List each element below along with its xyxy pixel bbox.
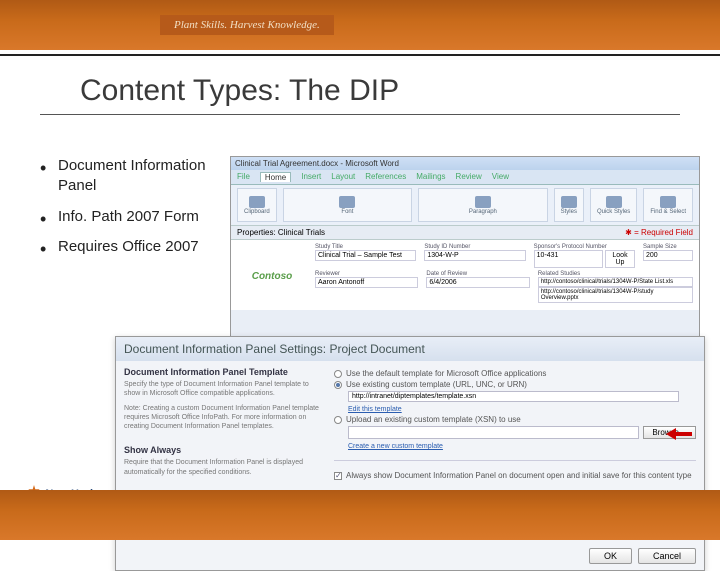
field-value[interactable]: 6/4/2006 bbox=[426, 277, 529, 288]
quick-styles-icon bbox=[606, 196, 622, 208]
word-screenshot: Clinical Trial Agreement.docx - Microsof… bbox=[230, 156, 700, 346]
field-value[interactable]: 200 bbox=[643, 250, 693, 261]
contoso-logo: Contoso bbox=[252, 271, 293, 282]
properties-bar: Properties: Clinical Trials ✱ = Required… bbox=[231, 225, 699, 240]
tab[interactable]: Insert bbox=[301, 172, 321, 182]
paragraph-icon bbox=[475, 196, 491, 208]
field-value[interactable]: Aaron Antonoff bbox=[315, 277, 418, 288]
tab[interactable]: Layout bbox=[331, 172, 355, 182]
tab[interactable]: Mailings bbox=[416, 172, 445, 182]
option-upload[interactable]: Upload an existing custom template (XSN)… bbox=[334, 415, 696, 424]
option-existing[interactable]: Use existing custom template (URL, UNC, … bbox=[334, 380, 696, 389]
ribbon-tabs: File Home Insert Layout References Maili… bbox=[231, 170, 699, 185]
clipboard-icon bbox=[249, 196, 265, 208]
ribbon-group[interactable]: Styles bbox=[554, 188, 584, 222]
tagline: Plant Skills. Harvest Knowledge. bbox=[160, 15, 334, 35]
styles-icon bbox=[561, 196, 577, 208]
tab-home[interactable]: Home bbox=[260, 172, 291, 182]
ribbon-group[interactable]: Quick Styles bbox=[590, 188, 637, 222]
required-label: ✱ = Required Field bbox=[625, 228, 693, 237]
field-value[interactable]: http://contoso/clinical/trials/1304W-P/S… bbox=[538, 277, 693, 287]
bullet-item: Requires Office 2007 bbox=[40, 237, 230, 267]
tab[interactable]: File bbox=[237, 172, 250, 182]
tab[interactable]: View bbox=[492, 172, 509, 182]
section-desc: Require that the Document Information Pa… bbox=[124, 458, 324, 476]
tab[interactable]: Review bbox=[456, 172, 482, 182]
create-template-link[interactable]: Create a new custom template bbox=[348, 443, 443, 450]
field-value[interactable]: Clinical Trial – Sample Test bbox=[315, 250, 416, 261]
template-url-input[interactable]: http://intranet/diptemplates/template.xs… bbox=[348, 391, 679, 402]
radio-icon bbox=[334, 370, 342, 378]
radio-icon bbox=[334, 381, 342, 389]
ribbon-group[interactable]: Font bbox=[283, 188, 412, 222]
lookup-button[interactable]: Look Up bbox=[605, 250, 635, 268]
checkbox-icon bbox=[334, 472, 342, 480]
ribbon-group[interactable]: Paragraph bbox=[418, 188, 547, 222]
field-value[interactable]: 10-431 bbox=[534, 250, 603, 268]
slide-body: Content Types: The DIP Document Informat… bbox=[0, 56, 720, 540]
cancel-button[interactable]: Cancel bbox=[638, 548, 696, 564]
ribbon: Clipboard Font Paragraph Styles Quick St… bbox=[231, 185, 699, 225]
ok-button[interactable]: OK bbox=[589, 548, 632, 564]
show-always-checkbox[interactable]: Always show Document Information Panel o… bbox=[334, 471, 696, 480]
bullet-item: Info. Path 2007 Form bbox=[40, 207, 230, 237]
section-note: Note: Creating a custom Document Informa… bbox=[124, 404, 324, 431]
footer-bar bbox=[0, 490, 720, 540]
section-title: Show Always bbox=[124, 445, 324, 455]
radio-icon bbox=[334, 416, 342, 424]
section-title: Document Information Panel Template bbox=[124, 367, 324, 377]
upload-path-input[interactable] bbox=[348, 426, 639, 439]
dialog-header: Document Information Panel Settings: Pro… bbox=[116, 337, 704, 361]
callout-arrow-icon bbox=[666, 429, 698, 439]
edit-template-link[interactable]: Edit this template bbox=[348, 406, 402, 413]
word-window-title: Clinical Trial Agreement.docx - Microsof… bbox=[231, 157, 699, 170]
find-icon bbox=[660, 196, 676, 208]
field-value[interactable]: http://contoso/clinical/trials/1304W-P/s… bbox=[538, 287, 693, 303]
properties-label: Properties: Clinical Trials bbox=[237, 228, 325, 237]
slide-title: Content Types: The DIP bbox=[40, 56, 680, 115]
bullet-list: Document Information Panel Info. Path 20… bbox=[40, 156, 230, 267]
option-default[interactable]: Use the default template for Microsoft O… bbox=[334, 369, 696, 378]
ribbon-group[interactable]: Find & Select bbox=[643, 188, 693, 222]
tab[interactable]: References bbox=[365, 172, 406, 182]
ribbon-group[interactable]: Clipboard bbox=[237, 188, 277, 222]
bullet-item: Document Information Panel bbox=[40, 156, 230, 207]
dip-form: Study TitleClinical Trial – Sample Test … bbox=[231, 240, 699, 310]
field-value[interactable]: 1304-W-P bbox=[424, 250, 525, 261]
header-bar: Plant Skills. Harvest Knowledge. bbox=[0, 0, 720, 50]
section-desc: Specify the type of Document Information… bbox=[124, 380, 324, 398]
font-icon bbox=[339, 196, 355, 208]
